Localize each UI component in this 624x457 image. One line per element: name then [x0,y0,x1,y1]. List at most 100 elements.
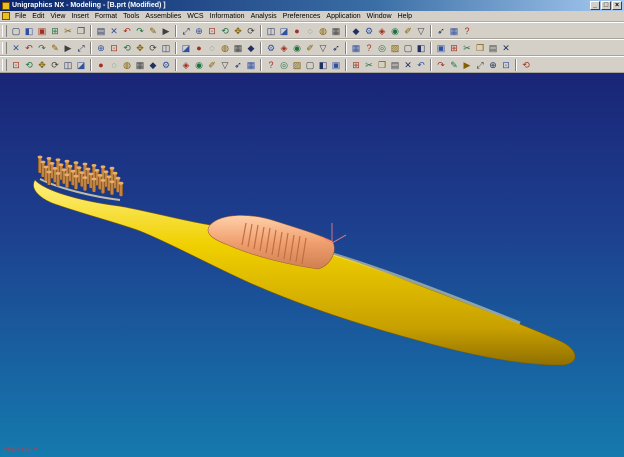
point-icon[interactable]: ⊡ [10,59,22,71]
bridge-icon[interactable]: ◆ [147,59,159,71]
menu-preferences[interactable]: Preferences [280,11,324,22]
menu-assemblies[interactable]: Assemblies [142,11,184,22]
undo-icon[interactable]: ↶ [121,25,133,37]
menu-file[interactable]: File [12,11,29,22]
edit-icon[interactable]: ✎ [147,25,159,37]
unite-icon[interactable]: ◈ [278,42,290,54]
copy-icon[interactable]: ❐ [75,25,87,37]
hole-icon[interactable]: ⊡ [108,42,120,54]
expressions-icon[interactable]: ✕ [500,42,512,54]
chamfer-icon[interactable]: ◌ [206,42,218,54]
play-icon[interactable]: ▶ [160,25,172,37]
rectangle-icon[interactable]: ◪ [75,59,87,71]
unsuppress-icon[interactable]: ⊞ [448,42,460,54]
plus-icon[interactable]: ◫ [62,59,74,71]
reflection-icon[interactable]: ⊕ [487,59,499,71]
assembly-icon[interactable]: ◉ [389,25,401,37]
bounded-plane-icon[interactable]: ⊞ [350,59,362,71]
mirror-icon[interactable]: ⚙ [265,42,277,54]
hidden-icon[interactable]: ◍ [317,25,329,37]
cut-icon[interactable]: ✂ [62,25,74,37]
polygon-icon[interactable]: ● [95,59,107,71]
redo-icon[interactable]: ↷ [134,25,146,37]
shell-icon[interactable]: ◍ [219,42,231,54]
shaded-icon[interactable]: ● [291,25,303,37]
block-icon[interactable]: ✕ [10,42,22,54]
settings-icon[interactable]: ⚙ [363,25,375,37]
isoparametric-icon[interactable]: ↷ [435,59,447,71]
help-icon[interactable]: ? [461,25,473,37]
extract-icon[interactable]: ✐ [206,59,218,71]
menu-format[interactable]: Format [92,11,120,22]
slot-icon[interactable]: ◫ [160,42,172,54]
graphics-viewport[interactable]: COPY ONLY [0,73,624,457]
close-button[interactable]: × [612,1,622,10]
fillet-surface-icon[interactable]: ▤ [389,59,401,71]
menu-insert[interactable]: Insert [68,11,92,22]
save-icon[interactable]: ▣ [36,25,48,37]
cone-icon[interactable]: ↷ [36,42,48,54]
sphere-icon[interactable]: ✎ [49,42,61,54]
menu-view[interactable]: View [47,11,68,22]
document-icon[interactable] [2,12,10,20]
sweep-icon[interactable]: ⊕ [95,42,107,54]
offset-curve-icon[interactable]: ▦ [134,59,146,71]
offset-icon[interactable]: ▦ [350,42,362,54]
ruled-icon[interactable]: ▣ [330,59,342,71]
rotate-icon[interactable]: ⟲ [219,25,231,37]
select-icon[interactable]: ➶ [435,25,447,37]
subtract-icon[interactable]: ◉ [291,42,303,54]
sew-icon[interactable]: ▨ [389,42,401,54]
replace-icon[interactable]: ✂ [461,42,473,54]
split-icon[interactable]: ➶ [330,42,342,54]
mesh-icon[interactable]: ▢ [304,59,316,71]
snap-view-icon[interactable]: ◫ [265,25,277,37]
open-icon[interactable]: ◧ [23,25,35,37]
menu-help[interactable]: Help [395,11,415,22]
trim-icon[interactable]: ▽ [317,42,329,54]
divide-icon[interactable]: ➶ [232,59,244,71]
pattern-icon[interactable]: ◆ [245,42,257,54]
wireframe-icon[interactable]: ◌ [304,25,316,37]
toolbar-grip[interactable] [2,58,7,71]
fit-icon[interactable]: ⤢ [180,25,192,37]
menu-tools[interactable]: Tools [120,11,142,22]
draft-analysis-icon[interactable]: ⊡ [500,59,512,71]
menu-information[interactable]: Information [207,11,248,22]
helix-icon[interactable]: ◍ [121,59,133,71]
law-icon[interactable]: ❐ [376,59,388,71]
intersect-curve-icon[interactable]: ◈ [180,59,192,71]
blend-icon[interactable]: ● [193,42,205,54]
revolve-icon[interactable]: ⤢ [75,42,87,54]
menu-analysis[interactable]: Analysis [248,11,280,22]
print-icon[interactable]: ⊞ [49,25,61,37]
new-icon[interactable]: ▢ [10,25,22,37]
refresh-icon[interactable]: ⟳ [245,25,257,37]
perspective-icon[interactable]: ◪ [278,25,290,37]
line-icon[interactable]: ⟲ [23,59,35,71]
menu-window[interactable]: Window [364,11,395,22]
intersect-icon[interactable]: ✐ [304,42,316,54]
patch-icon[interactable]: ▢ [402,42,414,54]
toolbar-grip[interactable] [2,41,7,54]
cylinder-icon[interactable]: ↶ [23,42,35,54]
delete-icon[interactable]: ✕ [108,25,120,37]
layer-icon[interactable]: ▦ [330,25,342,37]
menu-application[interactable]: Application [323,11,363,22]
spline-icon[interactable]: ⟳ [49,59,61,71]
groove-icon[interactable]: ◪ [180,42,192,54]
section-icon[interactable]: ◉ [193,59,205,71]
edit-feature-icon[interactable]: ◧ [415,42,427,54]
pocket-icon[interactable]: ✥ [134,42,146,54]
thicken-icon[interactable]: ◎ [376,42,388,54]
maximize-button[interactable]: □ [601,1,611,10]
pad-icon[interactable]: ⟳ [147,42,159,54]
toolbar-grip[interactable] [2,24,7,37]
menu-edit[interactable]: Edit [29,11,47,22]
menu-wcs[interactable]: WCS [184,11,206,22]
grid-icon[interactable]: ▦ [448,25,460,37]
zoom-icon[interactable]: ⊕ [193,25,205,37]
zoom-window-icon[interactable]: ⊡ [206,25,218,37]
model-icon[interactable]: ◈ [376,25,388,37]
color-icon[interactable]: ◆ [350,25,362,37]
